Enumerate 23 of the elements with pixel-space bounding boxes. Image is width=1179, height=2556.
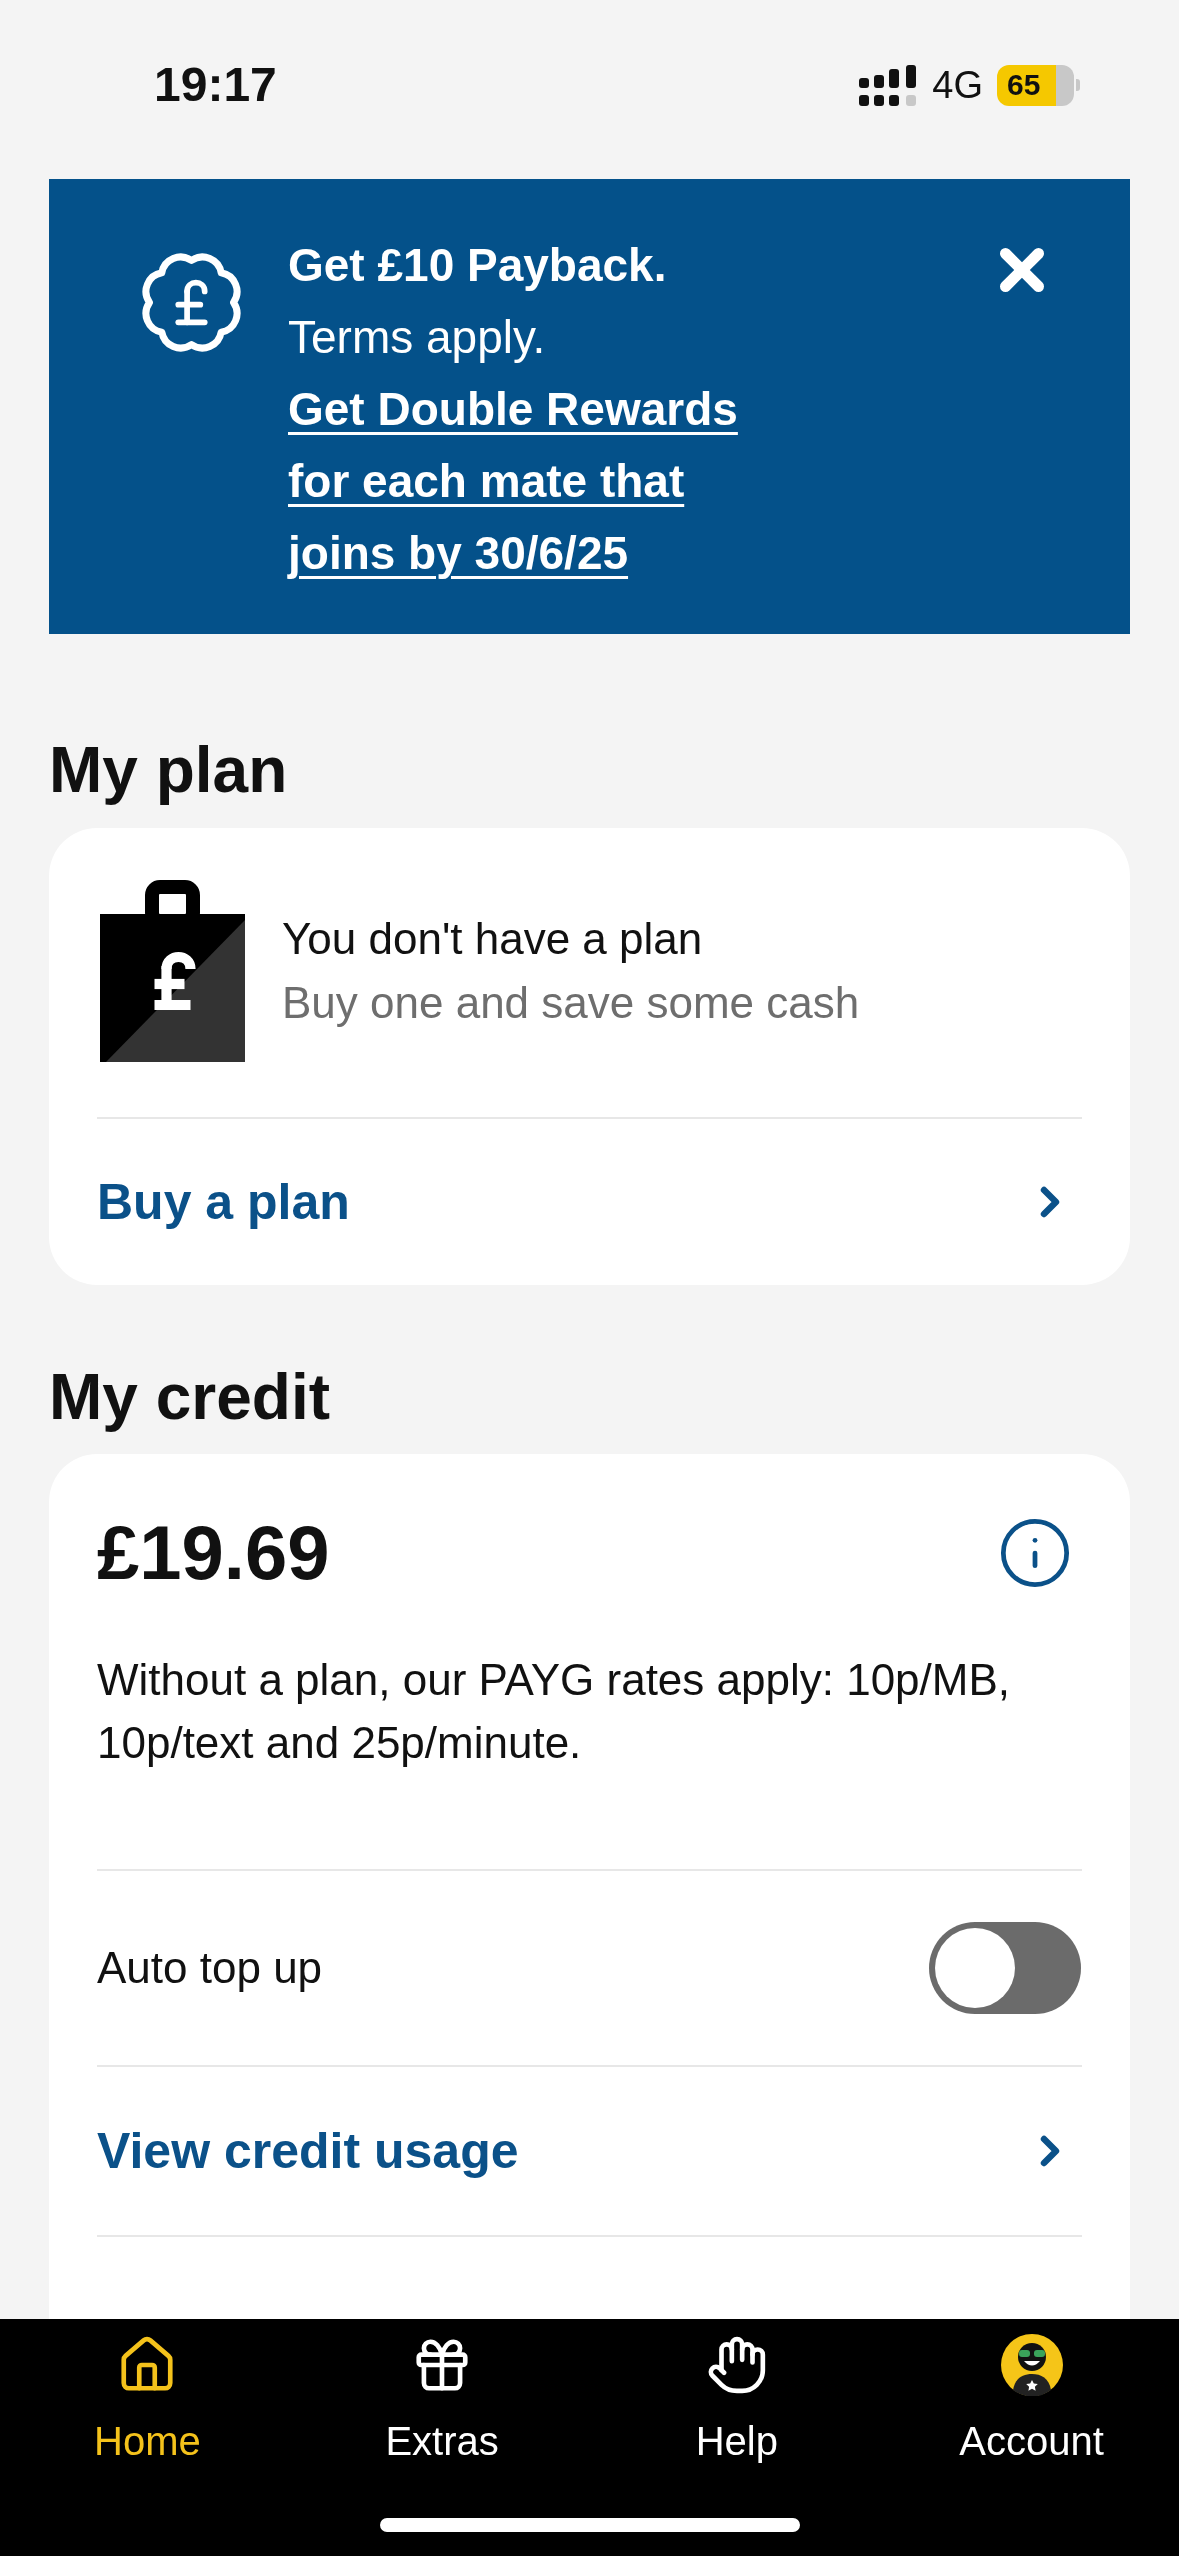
signal-icon [859,64,917,106]
buy-plan-link[interactable]: Buy a plan [97,1119,1082,1285]
plan-hint-text: Buy one and save some cash [282,977,860,1029]
plan-status-text: You don't have a plan [282,913,704,965]
section-heading: My plan [49,734,288,806]
credit-usage-link[interactable]: View credit usage [97,2067,1082,2235]
row-label: Auto top up [97,1942,323,1994]
payg-rates-text: Without a plan, our PAYG rates apply: 10p/MB, 10p/text and 25p/minute. [97,1654,1012,1769]
battery-indicator: 65 [997,64,1074,106]
tab-bar-item[interactable]: Account [884,2333,1179,2465]
shopping-bag-icon [100,880,245,1062]
tab-bar-item[interactable]: Help [589,2333,885,2465]
credit-balance: £19.69 [97,1513,330,1593]
battery-cap-icon [1076,79,1080,91]
banner-subtitle: Terms apply. [288,310,546,365]
tab-bar-item[interactable]: Home [0,2333,295,2465]
avatar-icon [1000,2334,1063,2396]
banner-title: Get £10 Payback. [288,238,667,293]
double-rewards-link[interactable]: Get Double Rewards for each mate that joins by 30/6/25 [288,373,768,589]
status-time: 19:17 [154,57,277,113]
network-type: 4G [932,63,983,107]
tab-bar-item[interactable]: Extras [294,2333,590,2465]
section-heading: My credit [49,1361,330,1433]
